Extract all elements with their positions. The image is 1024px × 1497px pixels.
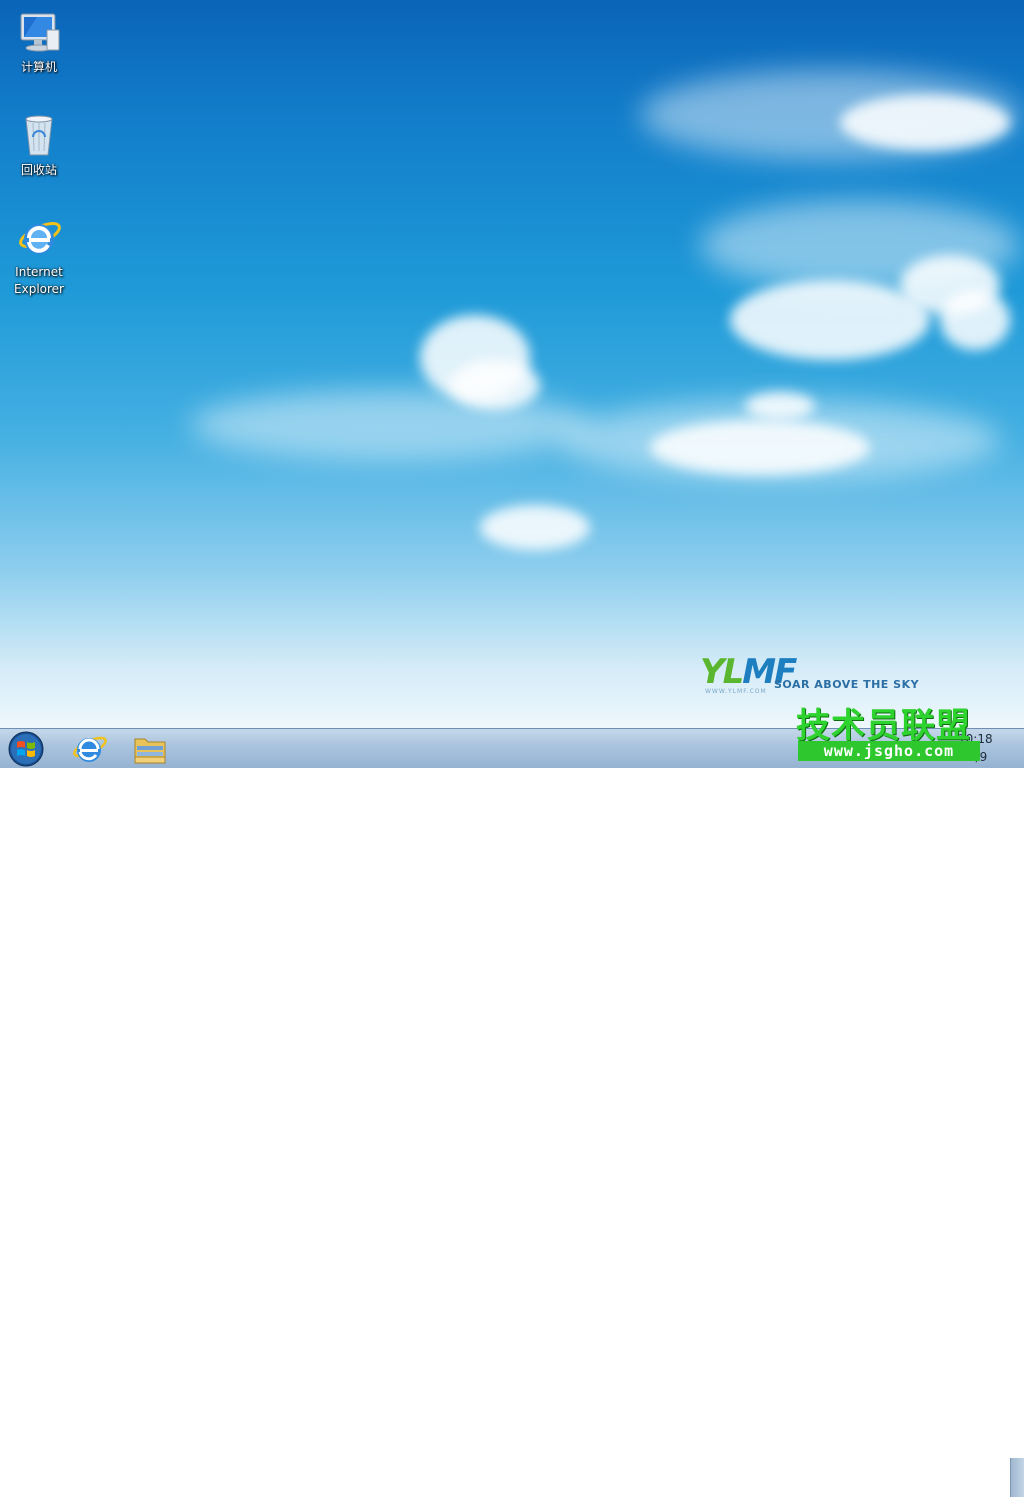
show-desktop-button[interactable] xyxy=(1010,1458,1024,1497)
brand-letter-l: L xyxy=(722,652,745,692)
desktop-icon-computer[interactable]: 计算机 xyxy=(1,8,77,76)
internet-explorer-icon xyxy=(19,222,61,254)
cloud xyxy=(190,390,590,460)
wallpaper-brand-url: WWW.YLMF.COM xyxy=(705,688,767,695)
computer-icon xyxy=(20,13,60,52)
desktop[interactable]: 计算机 回收站 Internet Explorer YLMF WWW.YLMF.… xyxy=(0,0,1024,728)
wallpaper-slogan: SOAR ABOVE THE SKY xyxy=(774,678,920,691)
start-button[interactable] xyxy=(4,730,48,768)
internet-explorer-icon xyxy=(73,736,107,762)
desktop-icon-label: 回收站 xyxy=(20,163,57,177)
desktop-icon-recycle-bin[interactable]: 回收站 xyxy=(1,111,77,179)
cloud xyxy=(940,290,1010,350)
desktop-icon-label: Internet Explorer xyxy=(14,265,64,296)
brand-letter-y: Y xyxy=(700,652,725,692)
cloud xyxy=(840,95,1010,150)
site-watermark-url: www.jsgho.com xyxy=(798,741,980,761)
taskbar-pinned-internet-explorer[interactable] xyxy=(62,731,118,767)
desktop-icon-internet-explorer[interactable]: Internet Explorer xyxy=(1,213,77,298)
folder-icon xyxy=(134,738,166,764)
cloud xyxy=(480,505,590,550)
desktop-icon-label: 计算机 xyxy=(20,60,57,74)
cloud xyxy=(745,392,815,420)
taskbar-pinned-windows-explorer[interactable] xyxy=(122,731,178,767)
recycle-bin-icon xyxy=(25,115,53,156)
windows-start-icon xyxy=(8,731,44,767)
site-watermark-title: 技术员联盟 xyxy=(796,706,971,746)
cloud xyxy=(730,280,930,360)
